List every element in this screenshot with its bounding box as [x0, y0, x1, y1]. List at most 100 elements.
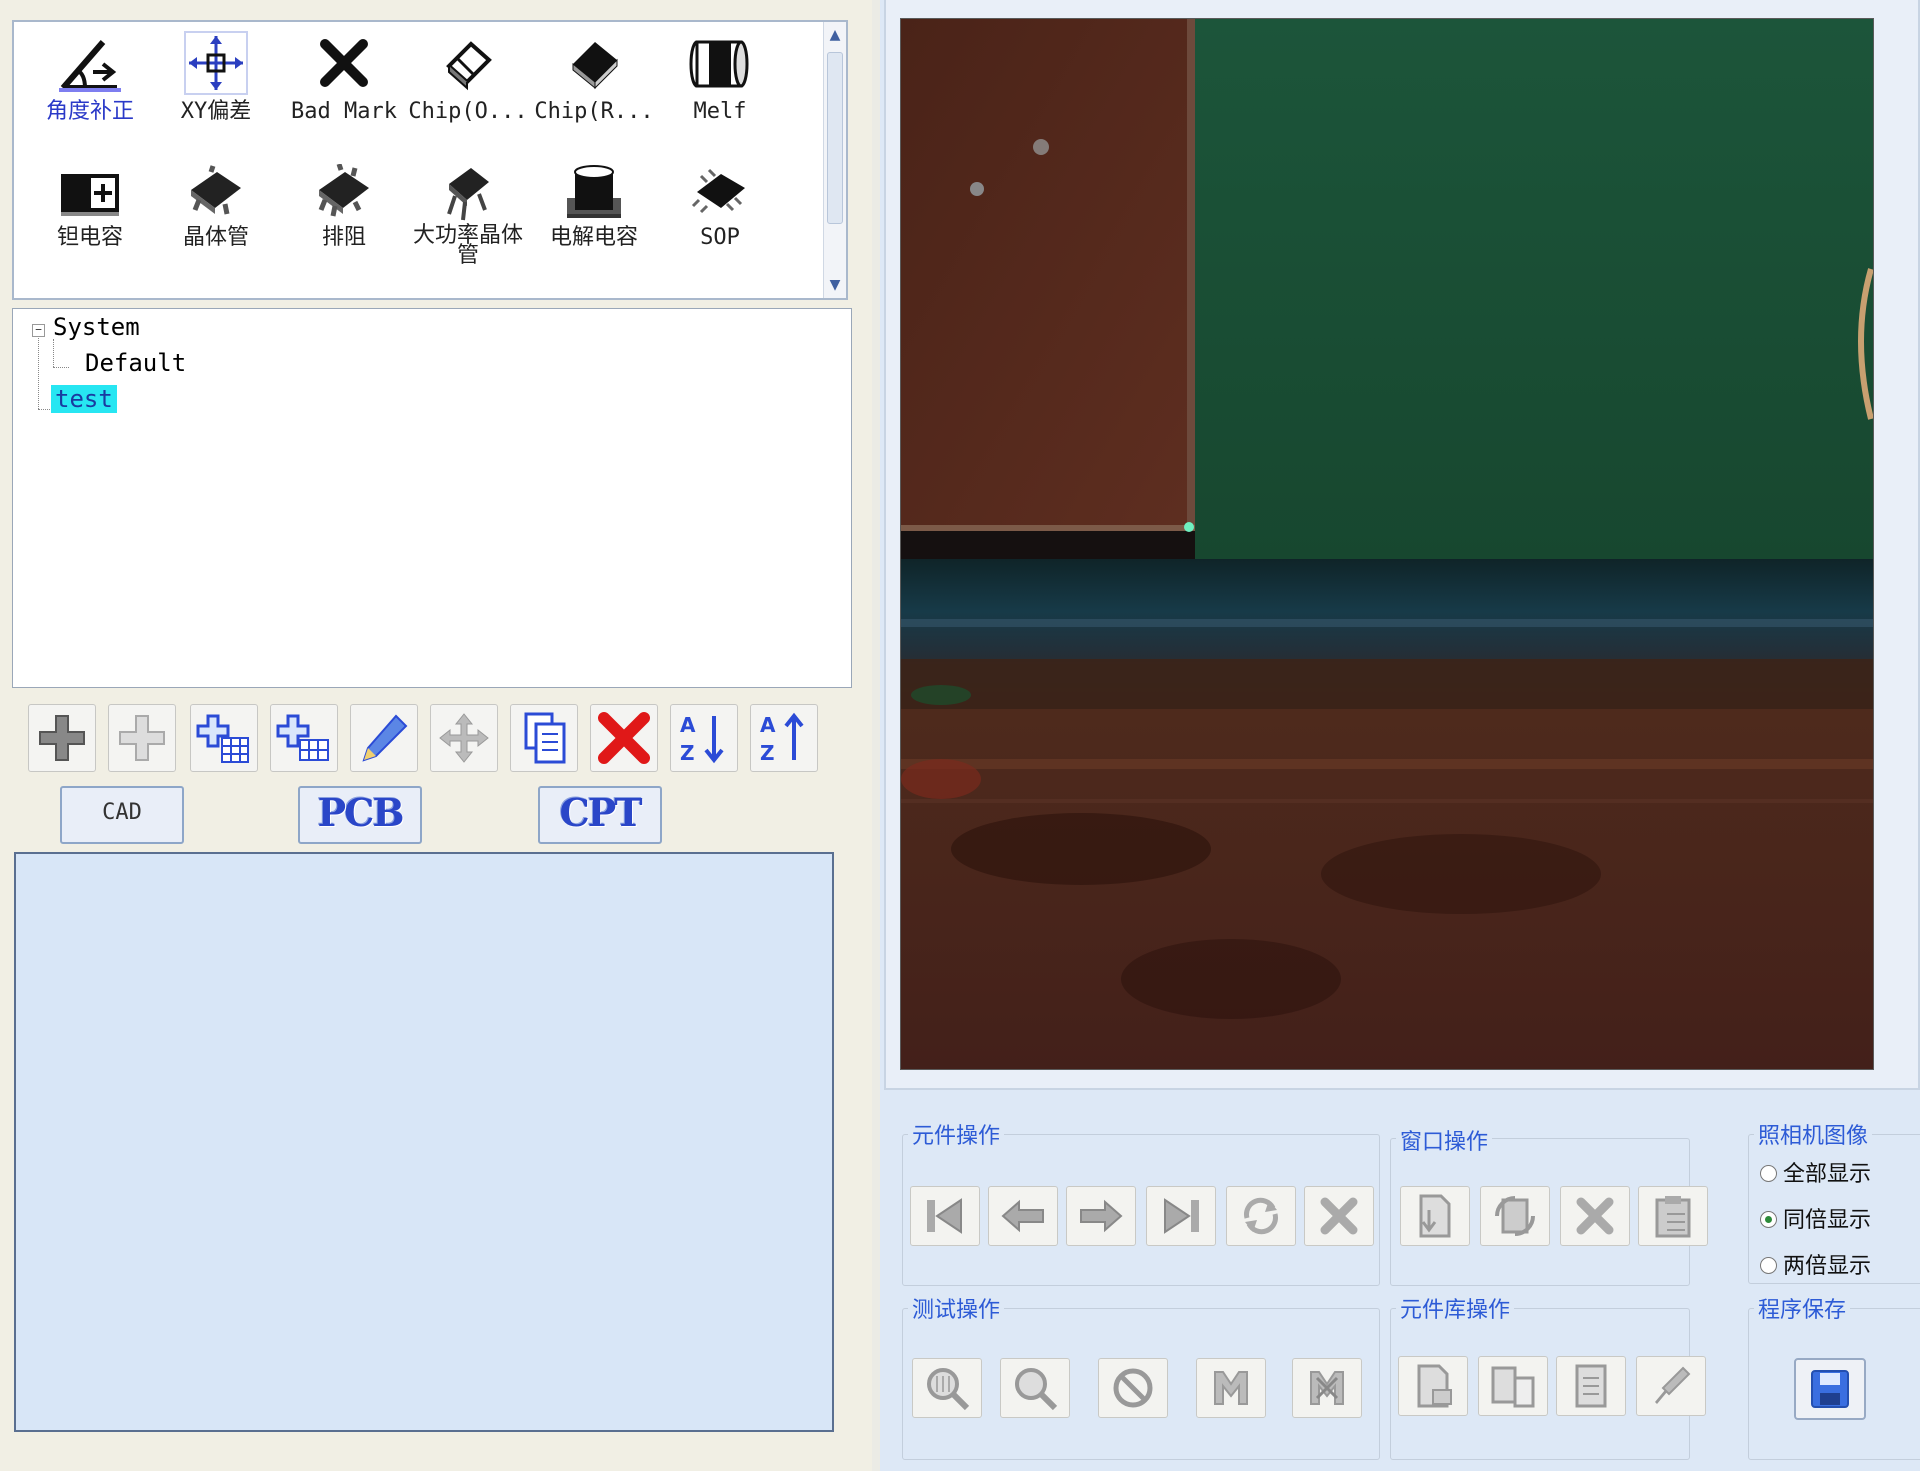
palette-item-angle-correction[interactable]: 角度补正	[28, 24, 152, 154]
lib-export-button[interactable]	[1478, 1356, 1548, 1416]
palette-item-resistor-network[interactable]: 排阻	[282, 158, 406, 288]
last-button[interactable]	[1146, 1186, 1216, 1246]
palette-item-power-transistor[interactable]: 大功率晶体管	[406, 158, 530, 288]
palette-item-label: 钽电容	[56, 225, 123, 250]
radio-show-all[interactable]: 全部显示	[1760, 1156, 1871, 1188]
chip-resistor-icon	[572, 42, 618, 90]
first-icon	[927, 1198, 962, 1234]
window-doc-icon	[1419, 1194, 1451, 1238]
next-button[interactable]	[1066, 1186, 1136, 1246]
tree-item-label: test	[51, 385, 117, 413]
palette-item-label: XY偏差	[180, 99, 252, 124]
last-icon	[1164, 1198, 1199, 1234]
palette-item-chip-r[interactable]: Chip(R...	[532, 24, 656, 154]
tantalum-capacitor-icon	[61, 174, 119, 216]
prev-button[interactable]	[988, 1186, 1058, 1246]
collapse-icon[interactable]: −	[32, 324, 45, 337]
program-tree: − System Default test	[12, 308, 852, 688]
lib-add-button[interactable]	[1398, 1356, 1468, 1416]
save-icon	[1811, 1370, 1849, 1408]
library-ops-title: 元件库操作	[1396, 1292, 1515, 1324]
camera-image[interactable]	[900, 18, 1874, 1070]
melf-icon	[689, 40, 749, 88]
pcb-button[interactable]: PCB	[298, 786, 422, 844]
window-doc-button[interactable]	[1400, 1186, 1470, 1246]
scroll-down-icon[interactable]: ▼	[824, 274, 846, 296]
cad-button[interactable]: CAD	[60, 786, 184, 844]
prev-icon	[1001, 1199, 1044, 1233]
component-palette: 角度补正 XY偏差 Bad Mark Chip(O... Chip(R... M…	[12, 20, 848, 300]
radio-label: 同倍显示	[1783, 1208, 1872, 1233]
window-close-button[interactable]	[1560, 1186, 1630, 1246]
palette-item-sop[interactable]: SOP	[658, 158, 782, 288]
zoom-out-button[interactable]	[1000, 1358, 1070, 1418]
delete-component-button[interactable]	[1304, 1186, 1374, 1246]
cpt-button[interactable]: CPT	[538, 786, 662, 844]
first-button[interactable]	[910, 1186, 980, 1246]
edit-pencil-icon	[362, 714, 408, 762]
radio-dot-selected[interactable]	[1760, 1210, 1777, 1228]
palette-item-melf[interactable]: Melf	[658, 24, 782, 154]
svg-text:Z: Z	[680, 741, 695, 765]
svg-text:Z: Z	[760, 741, 775, 765]
sort-za-button[interactable]: A Z	[750, 704, 818, 772]
palette-item-label: Chip(R...	[534, 99, 654, 124]
panel-splitter[interactable]	[872, 0, 880, 1471]
palette-item-transistor[interactable]: 晶体管	[154, 158, 278, 288]
palette-item-label: 排阻	[321, 225, 366, 250]
radio-dot[interactable]	[1760, 1164, 1777, 1182]
sort-az-button[interactable]: A Z	[670, 704, 738, 772]
add-disabled-button[interactable]	[108, 704, 176, 772]
lib-tool-icon	[1655, 1366, 1691, 1404]
window-swap-button[interactable]	[1480, 1186, 1550, 1246]
palette-item-chip-o[interactable]: Chip(O...	[406, 24, 530, 154]
radio-same-scale[interactable]: 同倍显示	[1760, 1202, 1871, 1234]
palette-item-electrolytic-capacitor[interactable]: 电解电容	[532, 158, 656, 288]
zoom-in-button[interactable]	[912, 1358, 982, 1418]
palette-item-xy-offset[interactable]: XY偏差	[154, 24, 278, 154]
delete-icon	[1320, 1197, 1358, 1235]
tree-item-test[interactable]: test	[51, 385, 117, 413]
scroll-up-icon[interactable]: ▲	[824, 24, 846, 46]
tree-item-system[interactable]: System	[53, 313, 140, 341]
radio-label: 全部显示	[1783, 1162, 1872, 1187]
move-button[interactable]	[430, 704, 498, 772]
lib-tool-button[interactable]	[1636, 1356, 1706, 1416]
add-grid-icon	[276, 714, 329, 761]
add-icon	[39, 715, 85, 761]
palette-scrollbar[interactable]: ▲ ▼	[823, 22, 846, 298]
angle-correction-icon	[59, 40, 121, 92]
resistor-network-icon	[318, 164, 369, 217]
mark-button[interactable]	[1196, 1358, 1266, 1418]
sop-icon	[691, 168, 745, 214]
radio-dot[interactable]	[1760, 1256, 1777, 1274]
palette-item-tantalum-capacitor[interactable]: 钽电容	[28, 158, 152, 288]
delete-button[interactable]	[590, 704, 658, 772]
mark-cross-button[interactable]	[1292, 1358, 1362, 1418]
tree-item-default[interactable]: Default	[85, 349, 186, 377]
add-disabled-icon	[119, 715, 165, 761]
window-swap-icon	[1495, 1196, 1535, 1236]
palette-item-label: Chip(O...	[408, 99, 528, 124]
chip-icon	[446, 41, 492, 91]
stop-button[interactable]	[1098, 1358, 1168, 1418]
component-ops-title: 元件操作	[908, 1118, 1005, 1150]
palette-item-label: Bad Mark	[291, 99, 397, 124]
zoom-out-icon	[1015, 1368, 1058, 1411]
scroll-thumb[interactable]	[827, 52, 843, 224]
copy-button[interactable]	[510, 704, 578, 772]
add-button[interactable]	[28, 704, 96, 772]
electrolytic-capacitor-icon	[567, 165, 621, 218]
refresh-button[interactable]	[1226, 1186, 1296, 1246]
save-button[interactable]	[1794, 1358, 1866, 1420]
transistor-icon	[191, 165, 241, 215]
delete-icon	[598, 712, 650, 764]
edit-button[interactable]	[350, 704, 418, 772]
window-paste-button[interactable]	[1638, 1186, 1708, 1246]
palette-item-bad-mark[interactable]: Bad Mark	[282, 24, 406, 154]
radio-double-scale[interactable]: 两倍显示	[1760, 1248, 1871, 1280]
add-table-button[interactable]	[190, 704, 258, 772]
add-grid-button[interactable]	[270, 704, 338, 772]
lib-doc-button[interactable]	[1556, 1356, 1626, 1416]
palette-item-label: 电解电容	[549, 225, 638, 250]
